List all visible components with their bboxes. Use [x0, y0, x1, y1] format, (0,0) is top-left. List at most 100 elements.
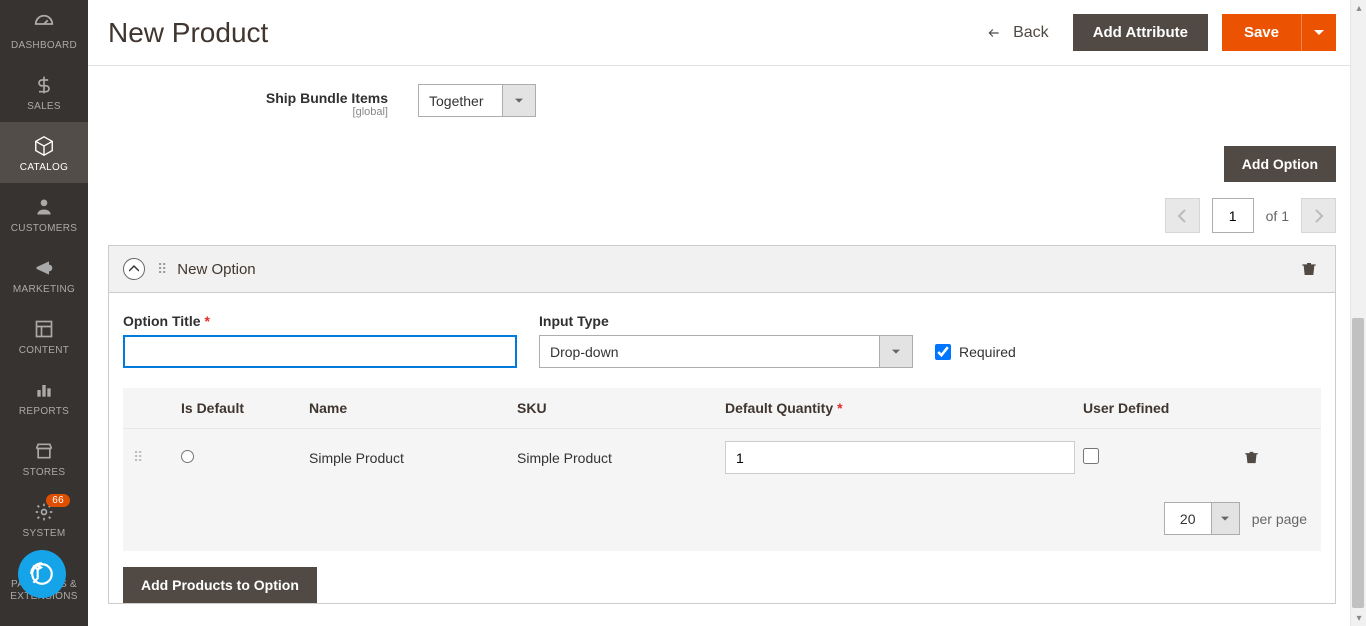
ship-bundle-value: Together: [418, 84, 503, 117]
sidebar-item-customers[interactable]: CUSTOMERS: [0, 183, 88, 244]
sidebar-label: CUSTOMERS: [11, 223, 77, 234]
option-title-input[interactable]: [123, 335, 517, 368]
sidebar-label: STORES: [23, 467, 66, 478]
ship-bundle-label-col: Ship Bundle Items [global]: [108, 84, 418, 118]
scrollbar-track[interactable]: ▴ ▾: [1350, 0, 1366, 626]
product-sku-cell: Simple Product: [517, 450, 717, 466]
scrollbar-thumb[interactable]: [1352, 318, 1364, 608]
admin-sidebar: DASHBOARD SALES CATALOG CUSTOMERS MARKET…: [0, 0, 88, 626]
delete-option-button[interactable]: [1297, 256, 1321, 282]
sidebar-item-content[interactable]: CONTENT: [0, 305, 88, 366]
sidebar-label: REPORTS: [19, 406, 69, 417]
input-type-value: Drop-down: [539, 335, 880, 368]
grid-header-row: Is Default Name SKU Default Quantity* Us…: [123, 388, 1321, 428]
box-icon: [32, 134, 56, 158]
delete-row-button[interactable]: [1240, 445, 1263, 470]
pager-prev-button[interactable]: [1165, 198, 1200, 233]
required-label: Required: [959, 344, 1016, 360]
gauge-icon: [32, 12, 56, 36]
page-title: New Product: [108, 17, 268, 49]
col-default-qty: Default Quantity*: [725, 400, 1075, 416]
caret-down-icon: [1314, 28, 1324, 38]
save-dropdown-toggle[interactable]: [1301, 14, 1336, 51]
pager: of 1: [108, 198, 1336, 233]
option-title-label: Option Title*: [123, 313, 517, 329]
sidebar-item-reports[interactable]: REPORTS: [0, 366, 88, 427]
per-page-label: per page: [1252, 511, 1307, 527]
col-default-qty-text: Default Quantity: [725, 400, 833, 416]
per-page-select[interactable]: 20: [1164, 502, 1240, 535]
add-attribute-button[interactable]: Add Attribute: [1073, 14, 1208, 51]
chevron-down-icon: [1212, 502, 1240, 535]
required-asterisk: *: [205, 313, 210, 329]
option-fields: Option Title* Input Type Drop-down: [123, 313, 1321, 368]
row-actions: [1221, 445, 1281, 470]
user-defined-cell: [1083, 448, 1213, 467]
sidebar-item-catalog[interactable]: CATALOG: [0, 122, 88, 183]
drag-handle-icon[interactable]: ⠿: [133, 449, 173, 466]
content-area: Ship Bundle Items [global] Together Add …: [88, 66, 1366, 626]
sidebar-label: SALES: [27, 101, 61, 112]
add-option-row: Add Option: [108, 146, 1336, 182]
sidebar-label: DASHBOARD: [11, 40, 77, 51]
is-default-radio[interactable]: [181, 450, 194, 463]
grid-footer: 20 per page: [123, 486, 1321, 551]
back-button[interactable]: Back: [975, 18, 1059, 48]
required-field: Required: [935, 335, 1016, 368]
col-user-defined: User Defined: [1083, 400, 1213, 416]
sidebar-item-stores[interactable]: STORES: [0, 427, 88, 488]
default-qty-input[interactable]: [725, 441, 1075, 474]
save-button[interactable]: Save: [1222, 14, 1301, 51]
help-bubble[interactable]: [18, 550, 66, 598]
option-title-label-text: Option Title: [123, 313, 201, 329]
input-type-select[interactable]: Drop-down: [539, 335, 913, 368]
sidebar-item-marketing[interactable]: MARKETING: [0, 244, 88, 305]
sidebar-label: CATALOG: [20, 162, 68, 173]
ship-bundle-row: Ship Bundle Items [global] Together: [108, 84, 1336, 118]
header-actions: Back Add Attribute Save: [975, 14, 1336, 51]
chevron-right-icon: [1314, 209, 1324, 223]
ship-bundle-select[interactable]: Together: [418, 84, 536, 117]
user-defined-checkbox[interactable]: [1083, 448, 1099, 464]
trash-icon: [1244, 449, 1259, 466]
option-header: ⠿ New Option: [109, 246, 1335, 293]
bar-chart-icon: [32, 378, 56, 402]
required-checkbox[interactable]: [935, 344, 951, 360]
chevron-left-icon: [1177, 209, 1187, 223]
required-asterisk: *: [837, 400, 842, 416]
table-row: ⠿ Simple Product Simple Product: [123, 428, 1321, 486]
input-type-field: Input Type Drop-down: [539, 313, 913, 368]
sidebar-label: CONTENT: [19, 345, 69, 356]
option-panel: ⠿ New Option Option Title*: [108, 245, 1336, 604]
scroll-down-arrow-icon: ▾: [1351, 610, 1366, 626]
pager-next-button[interactable]: [1301, 198, 1336, 233]
ship-bundle-label: Ship Bundle Items: [266, 90, 388, 106]
col-is-default: Is Default: [181, 400, 301, 416]
add-products-row: Add Products to Option: [123, 567, 1321, 603]
chevron-up-icon: [129, 264, 139, 274]
collapse-toggle[interactable]: [123, 258, 145, 280]
drag-handle-icon[interactable]: ⠿: [157, 261, 165, 278]
sidebar-item-dashboard[interactable]: DASHBOARD: [0, 0, 88, 61]
products-grid: Is Default Name SKU Default Quantity* Us…: [123, 388, 1321, 551]
is-default-cell: [181, 450, 301, 466]
sidebar-item-system[interactable]: 66 SYSTEM: [0, 488, 88, 549]
arrow-left-icon: [985, 26, 1003, 40]
sidebar-label: MARKETING: [13, 284, 75, 295]
trash-icon: [1301, 260, 1317, 278]
chevron-down-icon: [880, 335, 913, 368]
product-name-cell: Simple Product: [309, 450, 509, 466]
notification-badge: 66: [46, 494, 70, 507]
add-option-button[interactable]: Add Option: [1224, 146, 1336, 182]
pager-page-input[interactable]: [1212, 198, 1254, 233]
save-button-group: Save: [1222, 14, 1336, 51]
col-sku: SKU: [517, 400, 717, 416]
sidebar-item-sales[interactable]: SALES: [0, 61, 88, 122]
add-products-to-option-button[interactable]: Add Products to Option: [123, 567, 317, 603]
main-content: New Product Back Add Attribute Save: [88, 0, 1366, 626]
pager-of-text: of 1: [1266, 208, 1289, 224]
ship-bundle-scope: [global]: [108, 106, 388, 118]
megaphone-icon: [32, 256, 56, 280]
person-icon: [32, 195, 56, 219]
gear-icon: 66: [32, 500, 56, 524]
